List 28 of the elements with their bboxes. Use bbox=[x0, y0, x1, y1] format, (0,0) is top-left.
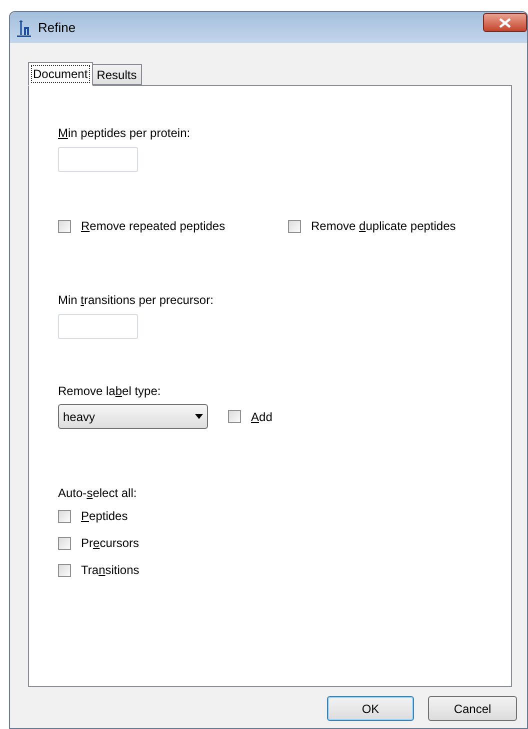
checkbox[interactable] bbox=[228, 410, 241, 423]
checkbox-label[interactable]: Remove duplicate peptides bbox=[311, 217, 456, 235]
dialog-button[interactable]: OK bbox=[327, 696, 414, 721]
dialog-button[interactable]: Cancel bbox=[428, 696, 517, 721]
checkbox-label[interactable]: Transitions bbox=[81, 561, 140, 579]
checkbox-label[interactable]: Remove repeated peptides bbox=[81, 217, 226, 235]
dropdown[interactable]: heavy bbox=[58, 404, 208, 429]
field-label: Min peptides per protein: bbox=[58, 125, 192, 142]
input-field[interactable] bbox=[58, 147, 138, 172]
tab[interactable]: Results bbox=[92, 64, 142, 85]
checkbox[interactable] bbox=[58, 510, 71, 522]
window-title: Refine bbox=[38, 18, 76, 37]
checkbox[interactable] bbox=[58, 564, 71, 576]
app-logo-icon bbox=[14, 18, 34, 38]
checkbox[interactable] bbox=[288, 220, 301, 232]
field-label: Remove label type: bbox=[58, 383, 162, 400]
checkbox-label[interactable]: Precursors bbox=[81, 534, 140, 552]
field-label: Min transitions per precursor: bbox=[58, 292, 214, 309]
tab[interactable]: Document bbox=[28, 62, 93, 86]
dropdown-arrow-icon bbox=[195, 414, 203, 419]
field-label: Auto-select all: bbox=[58, 485, 138, 502]
checkbox-label[interactable]: Add bbox=[251, 408, 272, 426]
close-icon bbox=[499, 18, 511, 28]
checkbox-label[interactable]: Peptides bbox=[81, 507, 128, 525]
checkbox[interactable] bbox=[58, 536, 71, 550]
checkbox[interactable] bbox=[58, 220, 71, 232]
close-button[interactable] bbox=[483, 13, 527, 32]
input-field[interactable] bbox=[58, 314, 138, 339]
